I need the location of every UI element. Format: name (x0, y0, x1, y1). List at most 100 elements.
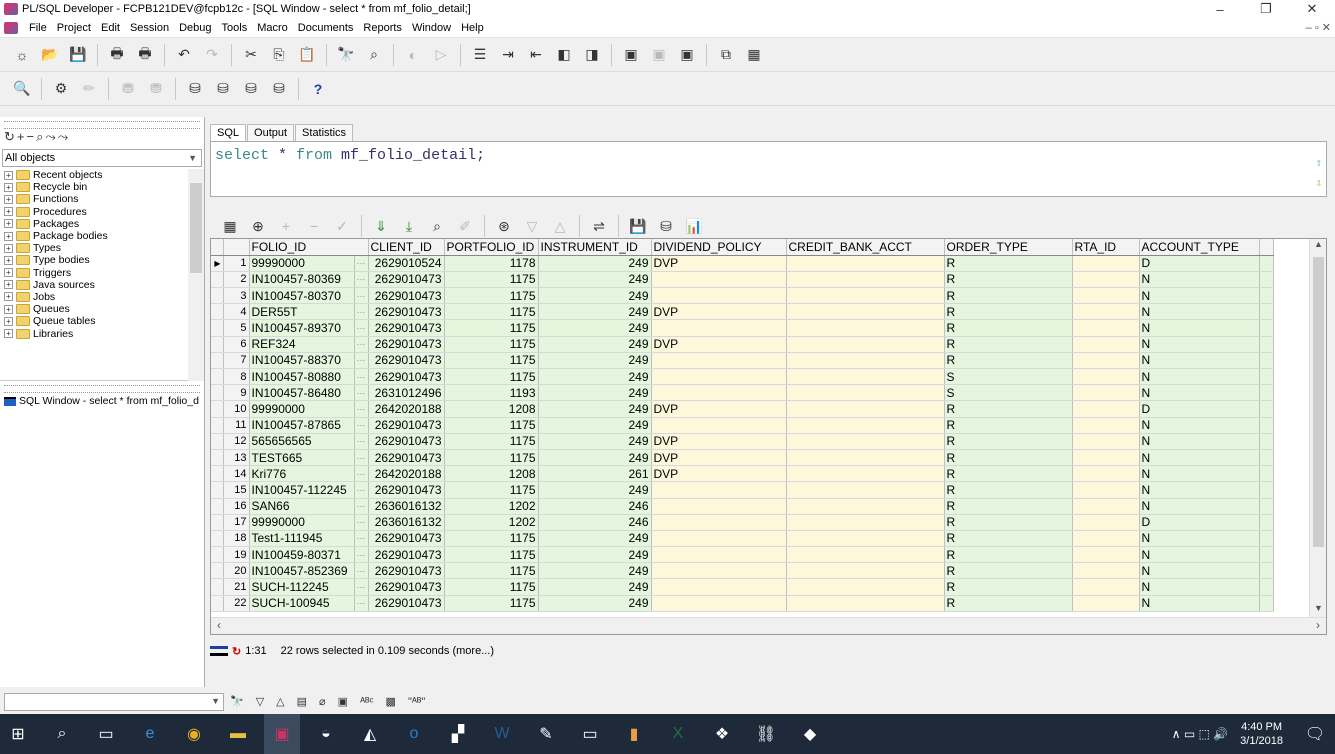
row-selector[interactable] (211, 287, 224, 305)
dividend-policy-cell[interactable] (651, 514, 787, 531)
folio-id-cell[interactable]: SUCH-112245 (249, 578, 355, 596)
order-type-cell[interactable]: R (944, 287, 1073, 305)
dividend-policy-cell[interactable]: DVP (651, 400, 787, 418)
menu-file[interactable]: File (24, 22, 52, 34)
col-header-instrument-id[interactable]: INSTRUMENT_ID (538, 239, 652, 256)
account-type-cell[interactable]: N (1139, 336, 1260, 353)
row-number[interactable]: 18 (223, 530, 250, 548)
col-header-more[interactable] (1259, 239, 1274, 256)
order-type-cell[interactable]: R (944, 481, 1073, 499)
instrument-id-cell[interactable]: 249 (538, 384, 652, 402)
credit-bank-acct-cell[interactable] (786, 287, 945, 305)
grid-select-icon[interactable]: ▦ (220, 216, 240, 236)
table-row[interactable]: 17 99990000 ··· 2636016132 1202 246 R D (211, 514, 1274, 531)
order-type-cell[interactable]: R (944, 400, 1073, 418)
remove-icon[interactable]: − (27, 129, 37, 144)
account-type-cell[interactable]: N (1139, 465, 1260, 483)
order-type-cell[interactable]: R (944, 562, 1073, 580)
account-type-cell[interactable]: N (1139, 562, 1260, 580)
search-icon[interactable]: ⌕ (44, 714, 80, 754)
session-icon[interactable]: ⛁ (241, 79, 261, 99)
rta-id-cell[interactable] (1072, 433, 1140, 450)
tile-windows-icon[interactable]: ▦ (744, 45, 764, 65)
row-number[interactable]: 1 (223, 255, 250, 272)
client-id-cell[interactable]: 2629010473 (368, 433, 445, 450)
row-number[interactable]: 12 (223, 433, 250, 450)
client-id-cell[interactable]: 2629010473 (368, 271, 445, 289)
insert-record-icon[interactable]: + (276, 216, 296, 236)
instrument-id-cell[interactable]: 249 (538, 578, 652, 596)
dividend-policy-cell[interactable] (651, 271, 787, 289)
client-id-cell[interactable]: 2629010473 (368, 449, 445, 467)
dividend-policy-cell[interactable] (651, 352, 787, 370)
order-type-cell[interactable]: R (944, 530, 1073, 548)
account-type-cell[interactable]: N (1139, 449, 1260, 467)
client-id-cell[interactable]: 2629010473 (368, 530, 445, 548)
client-id-cell[interactable]: 2631012496 (368, 384, 445, 402)
rta-id-cell[interactable] (1072, 336, 1140, 353)
portfolio-id-cell[interactable]: 1175 (444, 578, 539, 596)
row-selector[interactable] (211, 400, 224, 418)
table-row[interactable]: 5 IN100457-89370 ··· 2629010473 1175 249 R N (211, 319, 1274, 337)
instrument-id-cell[interactable]: 249 (538, 530, 652, 548)
tree-item-procedures[interactable]: + Procedures (0, 206, 204, 218)
order-type-cell[interactable]: R (944, 336, 1073, 353)
outlook-icon[interactable]: o (396, 714, 432, 754)
instrument-id-cell[interactable]: 249 (538, 255, 652, 272)
tree-item-types[interactable]: + Types (0, 242, 204, 254)
table-row[interactable]: 21 SUCH-112245 ··· 2629010473 1175 249 R N (211, 578, 1274, 596)
tab-sql[interactable]: SQL (210, 124, 247, 141)
credit-bank-acct-cell[interactable] (786, 255, 945, 272)
row-number[interactable]: 5 (223, 319, 250, 337)
cell-ellipsis-button[interactable]: ··· (354, 481, 369, 499)
folio-id-cell[interactable]: SUCH-100945 (249, 595, 355, 612)
credit-bank-acct-cell[interactable] (786, 271, 945, 289)
expand-icon[interactable]: + (4, 268, 13, 278)
instrument-id-cell[interactable]: 249 (538, 319, 652, 337)
tree-item-jobs[interactable]: + Jobs (0, 291, 204, 303)
instrument-id-cell[interactable]: 246 (538, 514, 652, 531)
folio-id-cell[interactable]: IN100457-112245 (249, 481, 355, 499)
menu-macro[interactable]: Macro (252, 22, 293, 34)
plsql-developer-icon[interactable]: ▣ (264, 714, 300, 754)
window-list-grip[interactable] (4, 385, 200, 393)
instrument-id-cell[interactable]: 249 (538, 449, 652, 467)
client-id-cell[interactable]: 2629010473 (368, 352, 445, 370)
dividend-policy-cell[interactable] (651, 578, 787, 596)
row-number-header[interactable] (223, 239, 250, 256)
row-number[interactable]: 19 (223, 546, 250, 564)
account-type-cell[interactable]: N (1139, 368, 1260, 386)
order-type-cell[interactable]: R (944, 595, 1073, 612)
row-number[interactable]: 9 (223, 384, 250, 402)
rta-id-cell[interactable] (1072, 465, 1140, 483)
table-row[interactable]: 6 REF324 ··· 2629010473 1175 249 DVP R N (211, 336, 1274, 353)
tree-item-triggers[interactable]: + Triggers (0, 267, 204, 279)
rta-id-cell[interactable] (1072, 287, 1140, 305)
account-type-cell[interactable]: N (1139, 595, 1260, 612)
cell-ellipsis-button[interactable]: ··· (354, 352, 369, 370)
cell-ellipsis-button[interactable]: ··· (354, 368, 369, 386)
credit-bank-acct-cell[interactable] (786, 352, 945, 370)
clear-highlight-icon[interactable]: ⌀ (319, 695, 326, 708)
tab-output[interactable]: Output (247, 124, 295, 141)
credit-bank-acct-cell[interactable] (786, 384, 945, 402)
paste-icon[interactable]: 📋 (297, 45, 317, 65)
row-number[interactable]: 14 (223, 465, 250, 483)
row-selector[interactable] (211, 336, 224, 353)
save-results-icon[interactable]: 💾 (628, 216, 648, 236)
scroll-thumb[interactable] (190, 183, 202, 273)
row-selector[interactable] (211, 465, 224, 483)
tab-statistics[interactable]: Statistics (295, 124, 354, 141)
account-type-cell[interactable]: N (1139, 352, 1260, 370)
cell-ellipsis-button[interactable]: ··· (354, 400, 369, 418)
window-list-item[interactable]: SQL Window - select * from mf_folio_d (0, 393, 204, 409)
rta-id-cell[interactable] (1072, 546, 1140, 564)
client-id-cell[interactable]: 2642020188 (368, 400, 445, 418)
new-icon[interactable]: ☼ (12, 45, 32, 65)
table-row[interactable]: 18 Test1-111945 ··· 2629010473 1175 249 R N (211, 530, 1274, 548)
folio-id-cell[interactable]: 565656565 (249, 433, 355, 450)
rta-id-cell[interactable] (1072, 271, 1140, 289)
order-type-cell[interactable]: R (944, 465, 1073, 483)
save-icon[interactable]: 💾 (68, 45, 88, 65)
credit-bank-acct-cell[interactable] (786, 514, 945, 531)
